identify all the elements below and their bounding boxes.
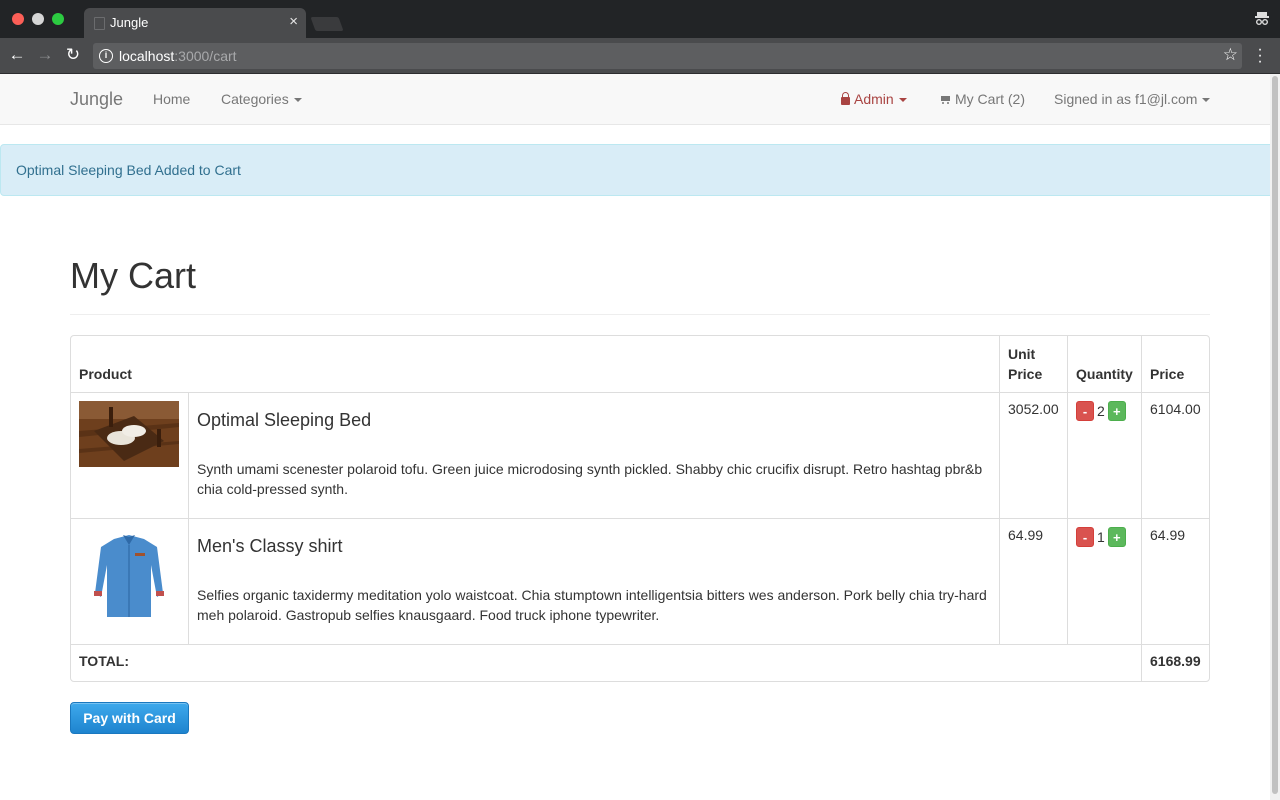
brand-link[interactable]: Jungle xyxy=(70,89,123,110)
tab-close-icon[interactable]: × xyxy=(289,13,298,30)
product-image[interactable] xyxy=(79,525,179,625)
header-unit-price: Unit Price xyxy=(999,336,1067,392)
product-image[interactable] xyxy=(79,401,179,467)
url-text[interactable]: localhost:3000/cart xyxy=(119,48,237,64)
nav-admin-dropdown[interactable]: Admin xyxy=(841,91,907,107)
line-price: 64.99 xyxy=(1141,518,1209,644)
product-description: Synth umami scenester polaroid tofu. Gre… xyxy=(197,461,983,497)
browser-menu-icon[interactable]: · · · xyxy=(1255,42,1265,70)
scrollbar-thumb[interactable] xyxy=(1272,76,1278,794)
site-info-icon[interactable]: i xyxy=(99,49,113,63)
nav-cart-link[interactable]: My Cart (2) xyxy=(939,91,1025,107)
nav-home-link[interactable]: Home xyxy=(153,91,190,107)
total-row: TOTAL: 6168.99 xyxy=(71,644,1209,681)
browser-tab[interactable]: Jungle × xyxy=(84,8,306,38)
caret-down-icon xyxy=(293,98,302,103)
divider xyxy=(70,314,1210,315)
shopping-cart-icon xyxy=(939,95,951,105)
product-info-cell: Optimal Sleeping Bed Synth umami scenest… xyxy=(188,392,999,518)
header-price: Price xyxy=(1141,336,1209,392)
caret-down-icon xyxy=(898,98,907,103)
browser-titlebar: Jungle × xyxy=(0,0,1280,38)
maximize-window-button[interactable] xyxy=(52,13,64,25)
increase-quantity-button[interactable]: + xyxy=(1107,527,1126,547)
product-image-cell xyxy=(71,392,188,518)
quantity-value: 2 xyxy=(1097,403,1105,419)
lock-icon xyxy=(841,92,850,105)
new-tab-button[interactable] xyxy=(310,17,344,31)
minimize-window-button[interactable] xyxy=(32,13,44,25)
page-favicon-icon xyxy=(94,17,105,30)
increase-quantity-button[interactable]: + xyxy=(1107,401,1126,421)
product-description: Selfies organic taxidermy meditation yol… xyxy=(197,587,987,623)
flash-alert: Optimal Sleeping Bed Added to Cart xyxy=(0,144,1270,196)
nav-categories-dropdown[interactable]: Categories xyxy=(221,91,302,107)
table-row: Men's Classy shirt Selfies organic taxid… xyxy=(71,518,1209,644)
quantity-stepper: -2 + xyxy=(1067,392,1141,518)
product-name[interactable]: Men's Classy shirt xyxy=(197,536,991,557)
back-arrow-icon[interactable]: ← xyxy=(8,46,26,64)
pay-with-card-button[interactable]: Pay with Card xyxy=(70,702,189,734)
nav-user-dropdown[interactable]: Signed in as f1@jl.com xyxy=(1054,91,1211,107)
incognito-icon xyxy=(1255,12,1269,25)
product-name[interactable]: Optimal Sleeping Bed xyxy=(197,410,991,431)
header-product: Product xyxy=(79,366,132,382)
product-info-cell: Men's Classy shirt Selfies organic taxid… xyxy=(188,518,999,644)
quantity-stepper: -1 + xyxy=(1067,518,1141,644)
bookmark-star-icon[interactable]: ☆ xyxy=(1223,45,1238,65)
forward-arrow-icon[interactable]: → xyxy=(36,46,54,64)
table-row: Optimal Sleeping Bed Synth umami scenest… xyxy=(71,392,1209,518)
cart-table: Product Unit Price Quantity Price Optima… xyxy=(70,335,1210,682)
header-quantity: Quantity xyxy=(1067,336,1141,392)
total-label: TOTAL: xyxy=(71,644,1141,681)
reload-icon[interactable]: ↻ xyxy=(64,46,82,64)
caret-down-icon xyxy=(1202,98,1211,103)
unit-price: 64.99 xyxy=(999,518,1067,644)
total-value: 6168.99 xyxy=(1141,644,1209,681)
close-window-button[interactable] xyxy=(12,13,24,25)
page-title: My Cart xyxy=(70,255,196,296)
page-content: Jungle Home Categories Admin My Cart (2)… xyxy=(0,74,1270,800)
product-image-cell xyxy=(71,518,188,644)
unit-price: 3052.00 xyxy=(999,392,1067,518)
quantity-value: 1 xyxy=(1097,529,1105,545)
tab-title: Jungle xyxy=(110,15,149,30)
line-price: 6104.00 xyxy=(1141,392,1209,518)
address-bar[interactable]: i localhost:3000/cart ☆ xyxy=(93,43,1242,69)
decrease-quantity-button[interactable]: - xyxy=(1076,527,1094,547)
browser-toolbar: ← → ↻ i localhost:3000/cart ☆ · · · xyxy=(0,38,1280,74)
site-navbar: Jungle Home Categories Admin My Cart (2)… xyxy=(0,74,1270,125)
page-scrollbar[interactable] xyxy=(1270,74,1280,800)
decrease-quantity-button[interactable]: - xyxy=(1076,401,1094,421)
